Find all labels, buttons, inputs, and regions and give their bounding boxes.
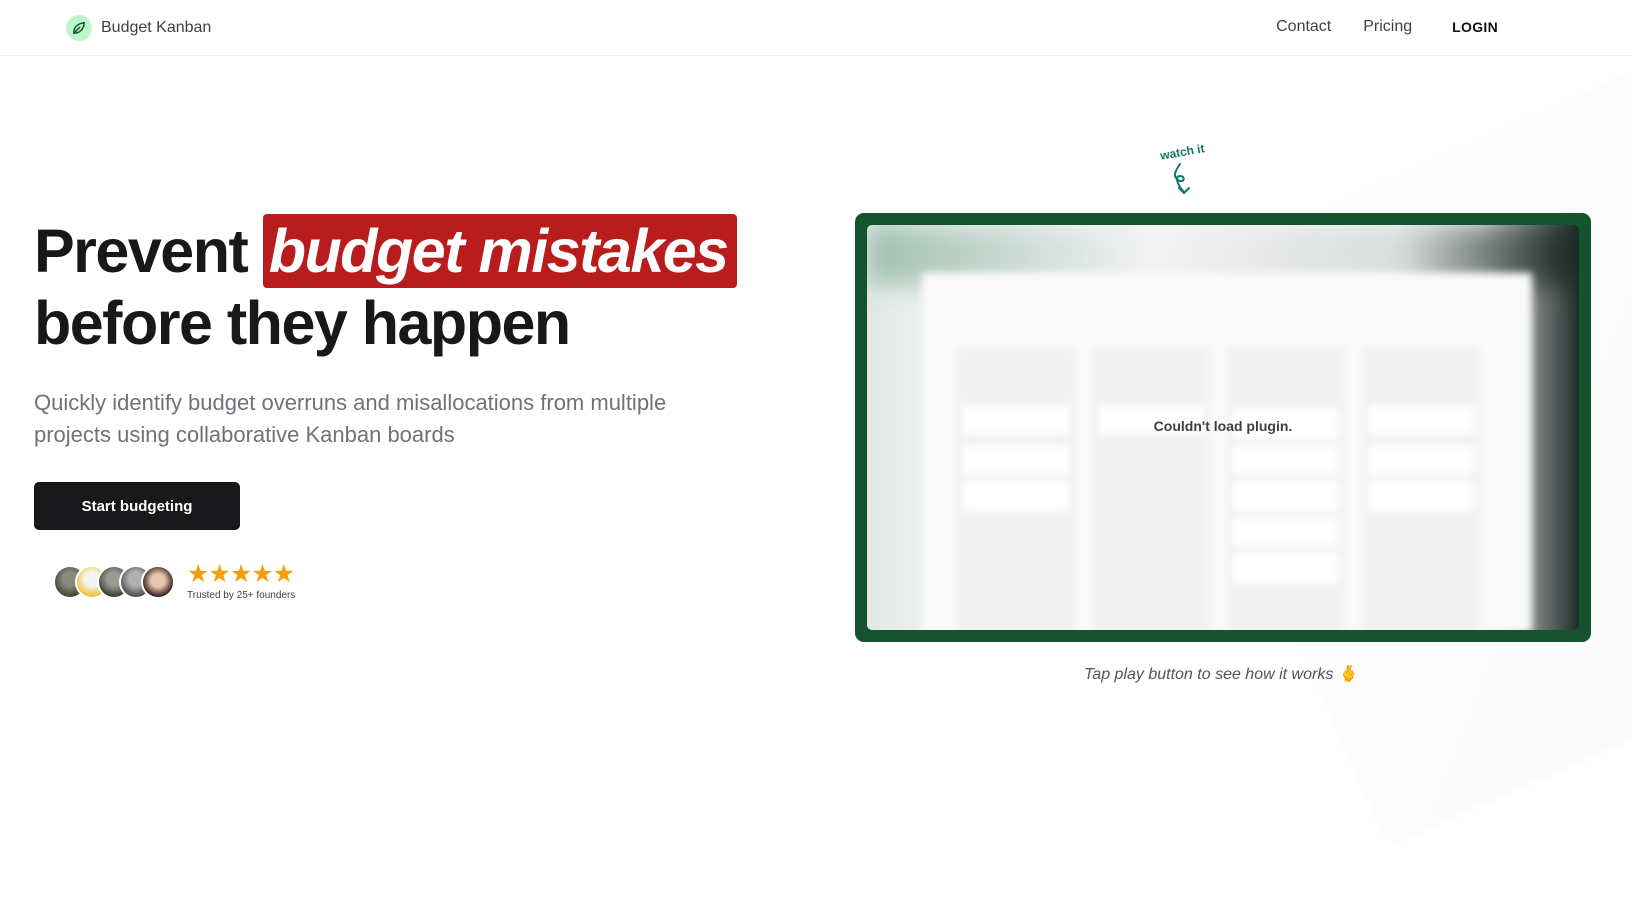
kanban-column — [1362, 347, 1480, 630]
watch-it-label: watch it — [1159, 141, 1206, 163]
start-budgeting-button[interactable]: Start budgeting — [34, 482, 240, 530]
hero-title-start: Prevent — [34, 217, 263, 285]
star-rating: ★★★★★ — [187, 560, 295, 588]
avatar — [141, 564, 175, 599]
nav-login-link[interactable]: LOGIN — [1452, 19, 1498, 35]
kanban-column — [1227, 347, 1345, 630]
kanban-card — [1233, 517, 1339, 547]
plugin-error-message: Couldn't load plugin. — [1153, 418, 1293, 434]
video-preview: Couldn't load plugin. — [867, 225, 1579, 630]
kanban-card — [1233, 553, 1339, 583]
kanban-card — [1368, 481, 1474, 511]
site-header: Budget Kanban Contact Pricing LOGIN — [0, 0, 1632, 56]
kanban-card — [963, 445, 1069, 475]
nav-contact-link[interactable]: Contact — [1276, 18, 1331, 36]
kanban-card — [1368, 445, 1474, 475]
blurred-kanban-preview — [922, 273, 1532, 630]
founder-avatars — [53, 564, 175, 599]
video-caption: Tap play button to see how it works 🫰 — [1084, 666, 1358, 683]
kanban-card — [1233, 445, 1339, 475]
trusted-by-text: Trusted by 25+ founders — [187, 590, 296, 601]
hero-title: Prevent budget mistakes before they happe… — [34, 214, 794, 358]
kanban-card — [1233, 481, 1339, 511]
kanban-card — [963, 481, 1069, 511]
social-proof: ★★★★★ Trusted by 25+ founders — [53, 562, 295, 601]
demo-video-player[interactable]: Couldn't load plugin. — [855, 213, 1591, 642]
top-nav: Contact Pricing LOGIN — [1244, 18, 1498, 36]
hero-title-end: before they happen — [34, 289, 571, 357]
leaf-icon — [66, 15, 92, 41]
nav-pricing-link[interactable]: Pricing — [1363, 18, 1412, 36]
kanban-column — [1092, 347, 1210, 630]
brand-name: Budget Kanban — [101, 19, 212, 36]
kanban-column — [957, 347, 1075, 630]
curly-arrow-icon — [1173, 163, 1190, 194]
rating-block: ★★★★★ Trusted by 25+ founders — [187, 560, 296, 602]
hero-subtitle: Quickly identify budget overruns and mis… — [34, 390, 667, 447]
brand-link[interactable]: Budget Kanban — [66, 15, 211, 41]
hero-title-highlight: budget mistakes — [262, 214, 737, 288]
